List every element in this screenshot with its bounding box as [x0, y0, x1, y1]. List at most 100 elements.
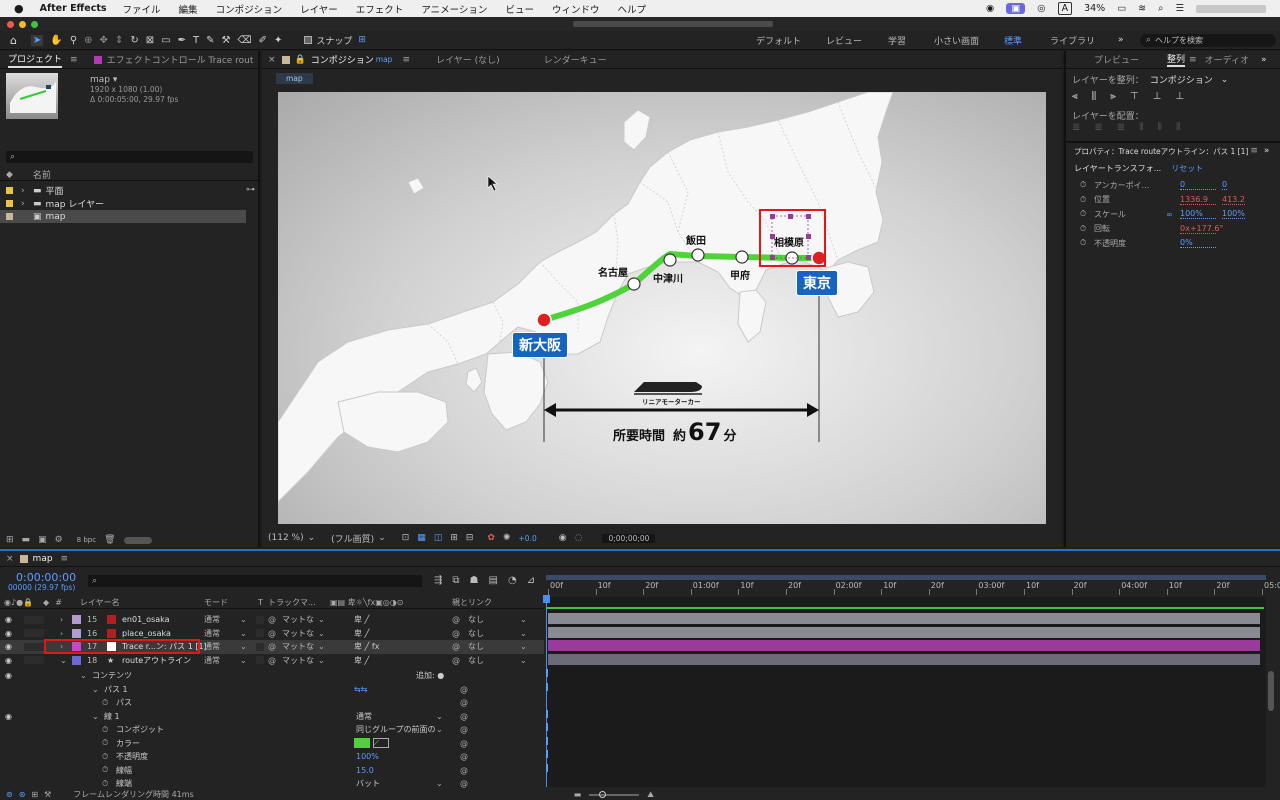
layer-label-swatch[interactable] — [71, 615, 81, 625]
property-tree-row[interactable]: ⏱ 不透明度 100% @ — [0, 750, 544, 764]
layer-name[interactable]: place_osaka — [122, 629, 214, 638]
stopwatch-icon[interactable]: ⏱ — [102, 698, 108, 708]
apple-icon[interactable]: ● — [14, 2, 24, 15]
roto-brush-tool-icon[interactable]: ✐ — [259, 35, 267, 46]
new-folder-icon[interactable]: ▬ — [22, 535, 31, 545]
shy-layers-icon[interactable]: ☗ — [470, 575, 479, 586]
track-matte-dropdown[interactable]: マットな — [282, 641, 314, 652]
layer-search[interactable]: ⌕ — [88, 575, 422, 587]
toggle-modes-icon[interactable]: ⊛ — [19, 790, 26, 799]
expression-pickwhip-icon[interactable]: @ — [460, 779, 468, 788]
expression-pickwhip-icon[interactable]: @ — [460, 685, 468, 694]
align-target-dropdown[interactable]: コンポジション ⌄ — [1150, 73, 1229, 87]
visibility-eye-icon[interactable]: ◉ — [5, 615, 12, 624]
3d-view-icon[interactable]: ⊟ — [466, 533, 474, 543]
project-item[interactable]: › ▬ 平面 — [0, 184, 246, 197]
property-tree-row[interactable]: ⏱ 線幅 15.0 @ — [0, 764, 544, 778]
label-color-swatch[interactable] — [6, 187, 13, 194]
layer-row[interactable]: ◉ › 16 place_osaka 通常 ⌄ @ マットな ⌄ 卑 ╱ @ なし ⌄ — [0, 627, 544, 641]
workspace-tab[interactable]: 学習 — [888, 34, 906, 47]
align-right-icon[interactable]: ⫸ — [1110, 91, 1116, 102]
expression-pickwhip-icon[interactable]: @ — [460, 766, 468, 775]
twirl-arrow-icon[interactable]: ⌄ — [60, 656, 68, 665]
menu-item[interactable]: ビュー — [505, 2, 534, 16]
property-tree-row[interactable]: ⏱ コンポジット 同じグループの前面の ⌄ @ — [0, 723, 544, 737]
menu-item[interactable]: アニメーション — [421, 2, 487, 16]
hand-tool-icon[interactable]: ✋ — [50, 35, 62, 46]
toggle-in-out-icon[interactable]: ⊞ — [31, 790, 38, 799]
more-tabs-icon[interactable]: » — [1261, 55, 1267, 65]
layer-label-swatch[interactable] — [71, 628, 81, 638]
track-matte-link-icon[interactable]: @ — [268, 656, 276, 665]
property-value[interactable]: 0 — [1180, 180, 1216, 191]
track-matte-dropdown[interactable]: マットな — [282, 614, 314, 625]
distribute-bottom-icon[interactable]: ≣ — [1117, 122, 1125, 133]
property-tree-row[interactable]: ◉ ⌄ 線 1 通常 ⌄ @ — [0, 710, 544, 724]
property-tree-row[interactable]: ⌄ パス 1 ⇆⇆ @ — [0, 683, 544, 697]
project-item[interactable]: ▣ map — [0, 210, 246, 223]
comp-viewer[interactable]: 名古屋 飯田 中津川 甲府 相模原 東京 新大阪 リニアモーターカー 所要時間 … — [278, 92, 1046, 524]
stopwatch-icon[interactable]: ⏱ — [102, 765, 108, 775]
expression-pickwhip-icon[interactable]: @ — [460, 712, 468, 721]
zoom-in-icon[interactable]: ⛰ — [647, 790, 654, 800]
wifi-icon[interactable]: ≋ — [1138, 3, 1146, 14]
zoom-slider-knob[interactable] — [599, 790, 607, 798]
twirl-arrow-icon[interactable]: ⌄ — [92, 712, 99, 721]
align-hcenter-icon[interactable]: ⫼ — [1092, 91, 1097, 102]
type-tool-icon[interactable]: T — [193, 35, 199, 46]
creative-cloud-icon[interactable]: ◉ — [986, 3, 994, 14]
zoom-dropdown[interactable]: (112 %) ⌄ — [268, 533, 315, 543]
keyframe-marker[interactable] — [546, 723, 548, 731]
battery-icon[interactable]: ▭ — [1117, 3, 1126, 14]
project-search[interactable]: ⌕ — [6, 151, 253, 163]
add-button[interactable]: 追加: ● — [416, 670, 444, 681]
transparency-grid-icon[interactable]: ▦ — [417, 533, 426, 543]
tab-effect-controls[interactable]: エフェクトコントロール Trace rout — [107, 53, 254, 66]
align-tab-menu-icon[interactable]: ≡ — [1189, 55, 1197, 65]
path-direction-icon[interactable]: ⇆⇆ — [354, 685, 367, 694]
parent-pickwhip-icon[interactable]: @ — [452, 656, 460, 665]
align-top-icon[interactable]: ⊤ — [1130, 91, 1139, 102]
tab-composition[interactable]: コンポジション — [311, 53, 374, 66]
mask-visibility-icon[interactable]: ◫ — [434, 533, 443, 543]
solo-lock-boxes[interactable] — [23, 656, 44, 665]
property-value[interactable]: 1336.9 — [1180, 195, 1216, 205]
visibility-eye-icon[interactable]: ◉ — [5, 629, 12, 638]
sync-icon[interactable]: ◎ — [1037, 3, 1045, 14]
timeline-v-scrollbar[interactable] — [1268, 671, 1274, 711]
twirl-arrow-icon[interactable]: › — [60, 615, 68, 624]
menu-item[interactable]: ヘルプ — [617, 2, 646, 16]
close-window-button[interactable] — [7, 20, 14, 28]
layer-switches[interactable]: 卑 ╱ — [354, 614, 369, 625]
comp-breadcrumb[interactable]: map — [276, 73, 313, 84]
close-comp-tab-icon[interactable]: × — [268, 55, 276, 65]
property-tree-row[interactable]: ⏱ パス @ — [0, 696, 544, 710]
stopwatch-icon[interactable]: ⏱ — [1080, 224, 1094, 234]
twirl-arrow-icon[interactable]: ⌄ — [92, 685, 99, 694]
layer-mode-dropdown[interactable]: 通常 — [204, 641, 220, 652]
twirl-arrow-icon[interactable]: › — [60, 629, 68, 638]
tab-project-menu-icon[interactable]: ≡ — [70, 55, 78, 65]
stopwatch-icon[interactable]: ⏱ — [102, 725, 108, 735]
input-method-icon[interactable]: A — [1057, 2, 1073, 15]
distribute-vcenter-icon[interactable]: ≣ — [1094, 122, 1102, 133]
layer-mode-dropdown[interactable]: 通常 — [204, 628, 220, 639]
workspace-tab[interactable]: ライブラリ — [1050, 34, 1095, 47]
align-vcenter-icon[interactable]: ⊥ — [1153, 91, 1162, 102]
resolution-dropdown[interactable]: (フル画質) ⌄ — [331, 532, 386, 545]
clone-stamp-tool-icon[interactable]: ⚒ — [221, 35, 230, 46]
screen-share-icon[interactable]: ▣ — [1006, 3, 1026, 14]
menu-item[interactable]: 編集 — [179, 2, 198, 16]
track-matte-link-icon[interactable]: @ — [268, 629, 276, 638]
color-manage-icon[interactable]: ✺ — [503, 533, 511, 543]
solo-lock-boxes[interactable] — [23, 615, 44, 624]
stopwatch-icon[interactable]: ⏱ — [102, 752, 108, 762]
workspace-tab[interactable]: レビュー — [826, 34, 862, 47]
color-depth[interactable]: 8 bpc — [77, 536, 96, 544]
project-scrollbar[interactable] — [123, 536, 152, 544]
properties-menu-icon[interactable]: ≡ — [1250, 146, 1258, 156]
snapshot-icon[interactable]: ◉ — [559, 533, 567, 543]
rotate-tool-icon[interactable]: ↻ — [130, 35, 138, 46]
time-ruler[interactable]: 00f 10f 20f 01:00f 10f 20f 02:00f 10f 20f 03:00f 1… — [546, 575, 1280, 597]
tab-render-queue[interactable]: レンダーキュー — [544, 53, 607, 66]
